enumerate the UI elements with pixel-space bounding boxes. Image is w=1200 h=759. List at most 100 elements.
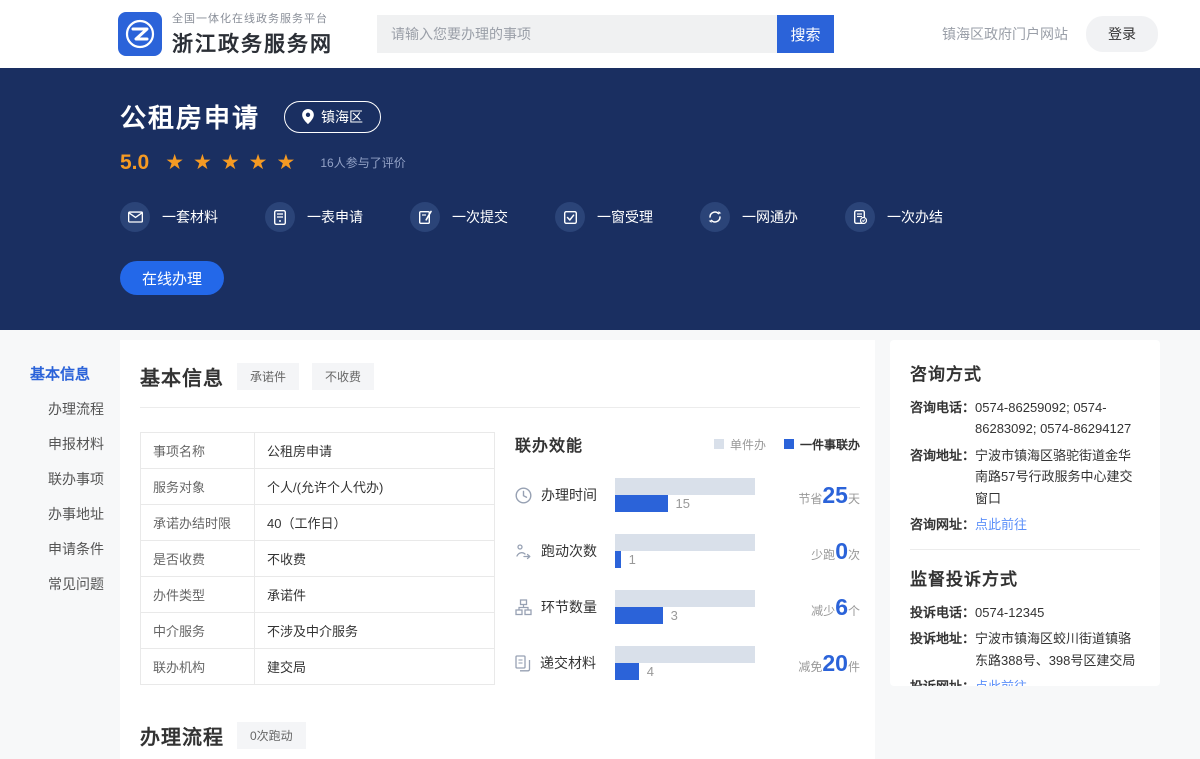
site-title: 浙江政务服务网: [172, 28, 333, 58]
feature-item: 一套材料: [120, 202, 218, 232]
basic-info-title: 基本信息: [140, 362, 224, 391]
complaint-address: 宁波市镇海区蛟川街道镇骆东路388号、398号区建交局: [975, 628, 1140, 671]
table-row: 中介服务不涉及中介服务: [141, 613, 495, 649]
chart-legend: 单件办 一件事联办: [714, 436, 860, 453]
star-rating-icons: ★★★★★: [165, 150, 304, 175]
bar-single: [615, 646, 755, 663]
nav-item-joint-items[interactable]: 联办事项: [0, 462, 120, 497]
location-pin-icon: [302, 109, 314, 124]
feature-label: 一套材料: [162, 207, 218, 227]
row-label: 办件类型: [141, 577, 255, 613]
row-value: 40（工作日）: [255, 505, 495, 541]
chart-row-trips: 跑动次数 1 少跑0次: [515, 534, 860, 568]
chart-row-label: 递交材料: [540, 653, 596, 673]
bar-joint: [615, 607, 663, 624]
docs-icon: [515, 655, 531, 672]
saving-badge: 减少6个: [811, 594, 860, 621]
site-brand[interactable]: 全国一体化在线政务服务平台 浙江政务服务网: [118, 10, 333, 58]
search-button[interactable]: 搜索: [777, 15, 834, 53]
row-label: 咨询地址：: [910, 445, 975, 509]
nav-item-materials[interactable]: 申报材料: [0, 427, 120, 462]
consult-address: 宁波市镇海区骆驼街道金华南路57号行政服务中心建交窗口: [975, 445, 1140, 509]
login-button[interactable]: 登录: [1086, 16, 1158, 52]
rating-count: 16人参与了评价: [320, 154, 405, 171]
run-icon: [515, 543, 532, 560]
complaint-website-row: 投诉网址： 点此前往: [910, 676, 1140, 686]
nav-item-address[interactable]: 办事地址: [0, 497, 120, 532]
district-badge-label: 镇海区: [321, 107, 363, 127]
table-row: 承诺办结时限40（工作日）: [141, 505, 495, 541]
legend-swatch-blue: [784, 439, 794, 449]
district-badge[interactable]: 镇海区: [284, 101, 381, 133]
feature-list: 一套材料 一表申请 一次提交 一窗受理: [120, 202, 1200, 232]
bar-value: 3: [671, 608, 678, 623]
feature-label: 一次提交: [452, 207, 508, 227]
legend-swatch-gray: [714, 439, 724, 449]
saving-badge: 少跑0次: [811, 538, 860, 565]
page-title: 公租房申请: [120, 98, 260, 135]
bar-joint: [615, 663, 639, 680]
feature-label: 一窗受理: [597, 207, 653, 227]
checkbox-icon: [555, 202, 585, 232]
bar-single: [615, 478, 755, 495]
hero-banner: 公租房申请 镇海区 5.0 ★★★★★ 16人参与了评价 一套材料: [0, 68, 1200, 330]
nav-item-faq[interactable]: 常见问题: [0, 567, 120, 602]
row-label: 咨询电话：: [910, 397, 975, 440]
portal-site-link[interactable]: 镇海区政府门户网站: [942, 24, 1068, 44]
row-label: 咨询网址：: [910, 514, 975, 535]
bar-joint: [615, 495, 668, 512]
complaint-title: 监督投诉方式: [910, 565, 1140, 590]
row-value: 不收费: [255, 541, 495, 577]
feature-label: 一表申请: [307, 207, 363, 227]
feature-item: 一表申请: [265, 202, 363, 232]
bar-joint: [615, 551, 621, 568]
consult-phone: 0574-86259092; 0574-86283092; 0574-86294…: [975, 397, 1140, 440]
edit-icon: [410, 202, 440, 232]
tag-promise: 承诺件: [237, 363, 299, 390]
form-icon: [265, 202, 295, 232]
online-apply-button[interactable]: 在线办理: [120, 261, 224, 295]
chart-row-materials: 递交材料 4 减免20件: [515, 646, 860, 680]
contact-card: 咨询方式 咨询电话： 0574-86259092; 0574-86283092;…: [890, 340, 1160, 686]
envelope-icon: [120, 202, 150, 232]
nav-item-process[interactable]: 办理流程: [0, 392, 120, 427]
table-row: 服务对象个人/(允许个人代办): [141, 469, 495, 505]
search-input[interactable]: [377, 15, 777, 53]
feature-item: 一次提交: [410, 202, 508, 232]
nav-item-basic-info[interactable]: 基本信息: [0, 357, 120, 392]
flow-icon: [515, 599, 532, 616]
rating-row: 5.0 ★★★★★ 16人参与了评价: [120, 150, 1200, 175]
complaint-address-row: 投诉地址： 宁波市镇海区蛟川街道镇骆东路388号、398号区建交局: [910, 628, 1140, 671]
network-icon: [700, 202, 730, 232]
bar-value: 1: [629, 552, 636, 567]
clock-icon: [515, 487, 532, 504]
row-label: 承诺办结时限: [141, 505, 255, 541]
bar-single: [615, 590, 755, 607]
feature-label: 一次办结: [887, 207, 943, 227]
row-value: 承诺件: [255, 577, 495, 613]
rating-score: 5.0: [120, 151, 149, 175]
row-label: 投诉电话：: [910, 602, 975, 623]
row-label: 投诉地址：: [910, 628, 975, 671]
efficiency-chart: 联办效能 单件办 一件事联办 办理时间: [515, 432, 860, 685]
chart-row-label: 跑动次数: [541, 541, 597, 561]
feature-label: 一网通办: [742, 207, 798, 227]
nav-item-conditions[interactable]: 申请条件: [0, 532, 120, 567]
process-title: 办理流程: [140, 721, 224, 750]
consult-website-link[interactable]: 点此前往: [975, 514, 1027, 535]
row-label: 事项名称: [141, 433, 255, 469]
chart-row-label: 办理时间: [541, 485, 597, 505]
saving-badge: 减免20件: [798, 650, 860, 677]
table-row: 联办机构建交局: [141, 649, 495, 685]
row-value: 公租房申请: [255, 433, 495, 469]
done-icon: [845, 202, 875, 232]
table-row: 事项名称公租房申请: [141, 433, 495, 469]
top-bar: 全国一体化在线政务服务平台 浙江政务服务网 搜索 镇海区政府门户网站 登录: [0, 0, 1200, 68]
tag-zero-trips: 0次跑动: [237, 722, 306, 749]
search-bar: 搜索: [377, 15, 834, 53]
consult-address-row: 咨询地址： 宁波市镇海区骆驼街道金华南路57号行政服务中心建交窗口: [910, 445, 1140, 509]
chart-row-label: 环节数量: [541, 597, 597, 617]
main-content-card: 基本信息 承诺件 不收费 事项名称公租房申请 服务对象个人/(允许个人代办) 承…: [120, 340, 875, 759]
platform-subtitle: 全国一体化在线政务服务平台: [172, 10, 333, 26]
complaint-website-link[interactable]: 点此前往: [975, 676, 1027, 686]
